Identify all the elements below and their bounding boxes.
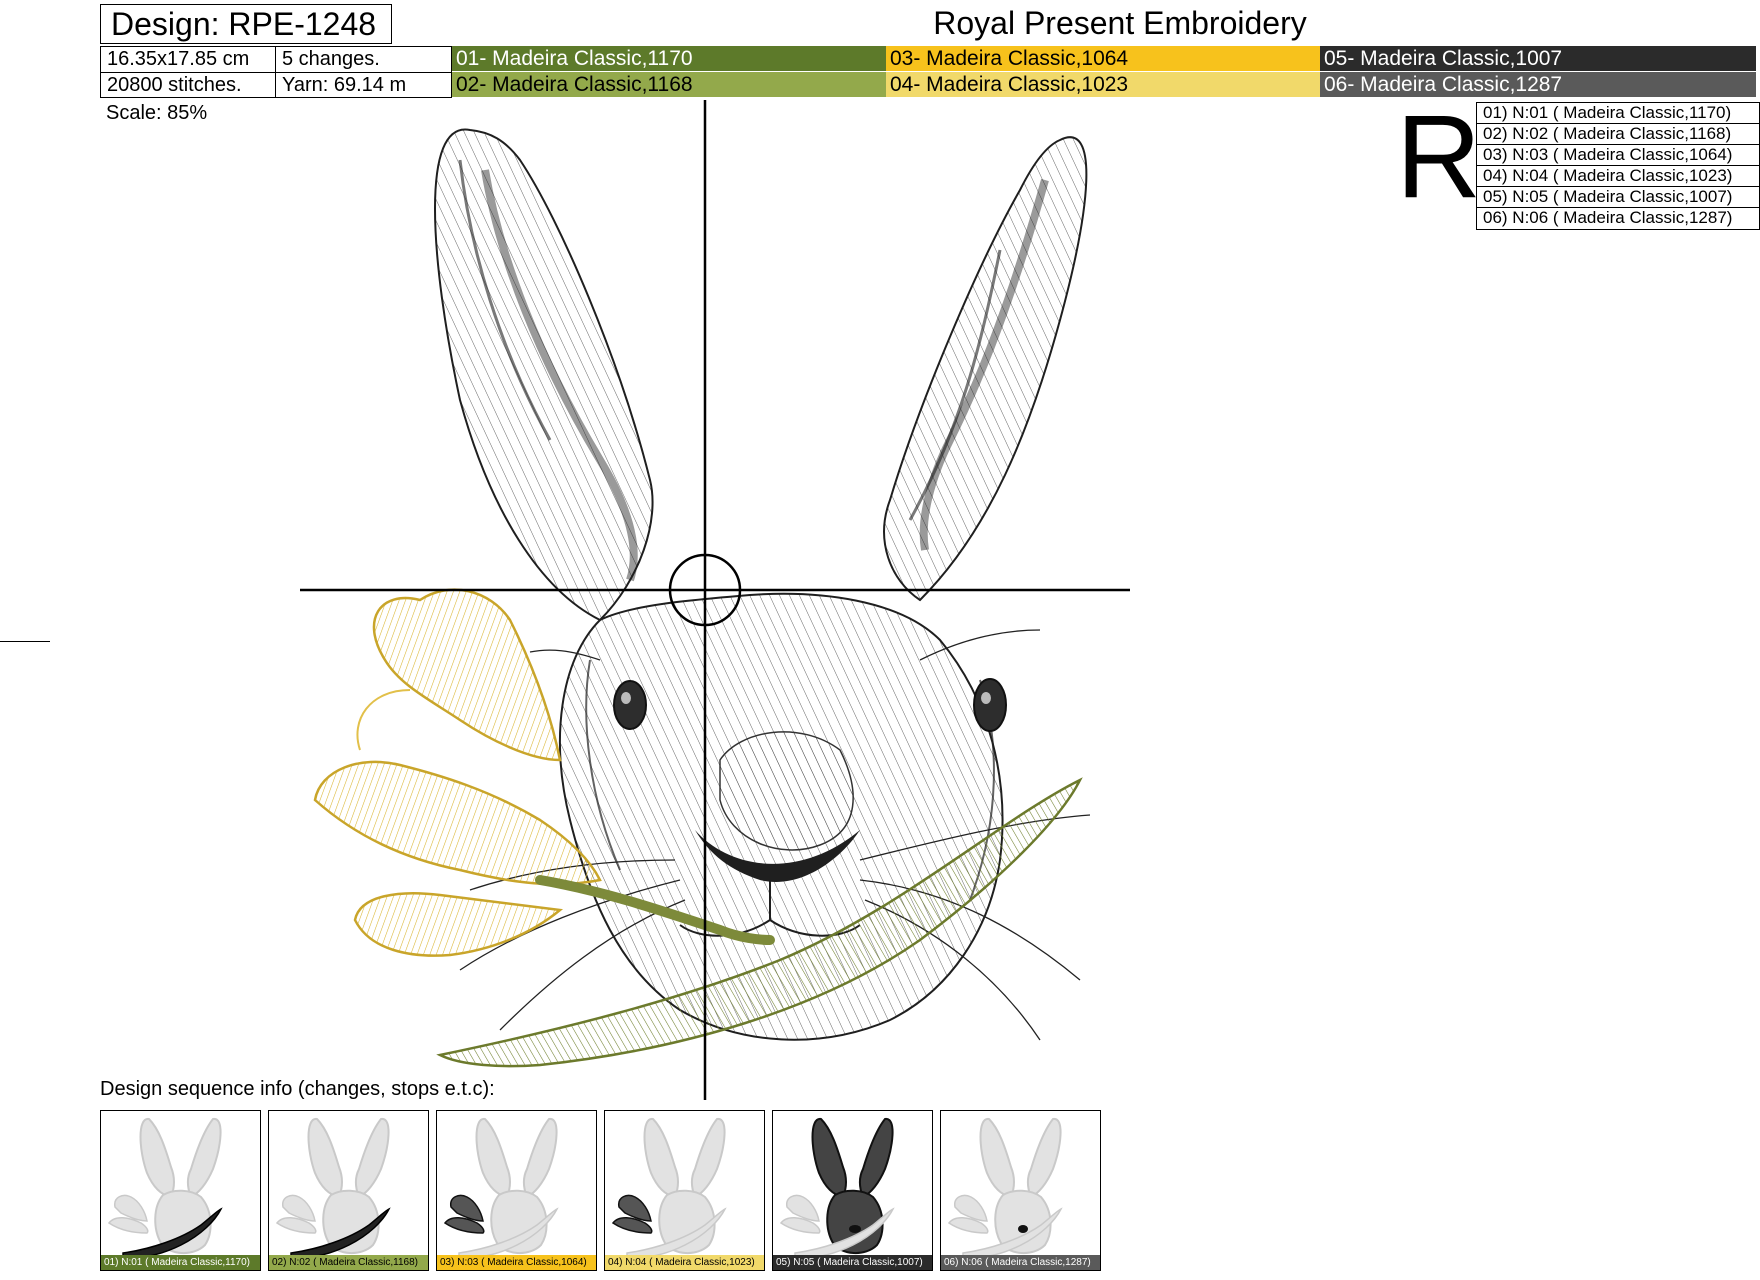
design-title: Design: RPE-1248: [100, 4, 392, 44]
embroidery-design-preview: [300, 100, 1130, 1100]
yellow-flower: [313, 588, 602, 957]
sequence-thumb-05[interactable]: 05) N:05 ( Madeira Classic,1007): [772, 1110, 933, 1271]
design-size: 16.35x17.85 cm: [107, 48, 250, 70]
thumb-flower: [107, 1194, 149, 1234]
hare-icon: [107, 1118, 223, 1259]
thumb-hare-ear: [859, 1118, 894, 1199]
thumb-hare-ear: [139, 1118, 175, 1199]
thumb-hare-ear: [523, 1118, 558, 1199]
thumb-hare-ear: [691, 1118, 726, 1199]
thumb-nose: [849, 1225, 861, 1233]
thread-bar-03: 03- Madeira Classic,1064: [886, 46, 1320, 71]
thread-bar-01: 01- Madeira Classic,1170: [452, 46, 886, 71]
sequence-thumb-04[interactable]: 04) N:04 ( Madeira Classic,1023): [604, 1110, 765, 1271]
scale-label: Scale: 85%: [106, 102, 208, 124]
thumb-hare-ear: [307, 1118, 343, 1199]
brand-title: Royal Present Embroidery: [933, 5, 1307, 41]
legend-item: 06) N:06 ( Madeira Classic,1287): [1483, 208, 1733, 227]
hare-icon: [947, 1118, 1063, 1259]
thumb-hare-ear: [355, 1118, 390, 1199]
sequence-label: Design sequence info (changes, stops e.t…: [100, 1078, 495, 1100]
legend-item: 03) N:03 ( Madeira Classic,1064): [1477, 145, 1759, 166]
thread-bar-05: 05- Madeira Classic,1007: [1320, 46, 1756, 71]
thumb-flower: [611, 1194, 653, 1234]
hare-icon: [443, 1118, 559, 1259]
thumb-caption: 05) N:05 ( Madeira Classic,1007): [773, 1255, 932, 1270]
hare-right-ear: [883, 136, 1088, 602]
thumb-hare-ear: [1027, 1118, 1062, 1199]
sequence-thumb-01[interactable]: 01) N:01 ( Madeira Classic,1170): [100, 1110, 261, 1271]
hare-icon: [779, 1118, 895, 1259]
thumb-hare-ear: [811, 1118, 847, 1199]
thread-legend: 01) N:01 ( Madeira Classic,1170) 02) N:0…: [1476, 102, 1760, 230]
edge-tick-mark: [0, 641, 50, 642]
thumb-caption: 04) N:04 ( Madeira Classic,1023): [605, 1255, 764, 1270]
sequence-thumb-03[interactable]: 03) N:03 ( Madeira Classic,1064): [436, 1110, 597, 1271]
thumb-flower: [779, 1194, 821, 1234]
r-letter: R: [1396, 91, 1482, 223]
legend-item: 05) N:05 ( Madeira Classic,1007): [1477, 187, 1759, 208]
thumb-caption: 06) N:06 ( Madeira Classic,1287): [941, 1255, 1100, 1270]
color-changes: 5 changes.: [282, 48, 380, 70]
thumb-hare-ear: [187, 1118, 222, 1199]
sequence-thumb-02[interactable]: 02) N:02 ( Madeira Classic,1168): [268, 1110, 429, 1271]
design-info-grid: 16.35x17.85 cm 5 changes. 20800 stitches…: [100, 46, 452, 98]
thumb-caption: 03) N:03 ( Madeira Classic,1064): [437, 1255, 596, 1270]
thumb-hare-ear: [475, 1118, 511, 1199]
thumb-hare-ear: [643, 1118, 679, 1199]
legend-item: 04) N:04 ( Madeira Classic,1023): [1477, 166, 1759, 187]
hare-icon: [611, 1118, 727, 1259]
thumb-hare-ear: [979, 1118, 1015, 1199]
thread-bar-02: 02- Madeira Classic,1168: [452, 72, 886, 97]
thread-bar-04: 04- Madeira Classic,1023: [886, 72, 1320, 97]
thumb-flower: [947, 1194, 989, 1234]
thumb-flower: [443, 1194, 485, 1234]
hare-icon: [275, 1118, 391, 1259]
thread-bar-06: 06- Madeira Classic,1287: [1320, 72, 1756, 97]
legend-item: 01) N:01 ( Madeira Classic,1170): [1477, 103, 1759, 124]
sequence-thumb-06[interactable]: 06) N:06 ( Madeira Classic,1287): [940, 1110, 1101, 1271]
thumb-caption: 01) N:01 ( Madeira Classic,1170): [101, 1255, 260, 1270]
yarn-length: Yarn: 69.14 m: [282, 74, 407, 96]
thumb-nose: [1018, 1225, 1028, 1233]
stitch-count: 20800 stitches.: [107, 74, 242, 96]
thumb-flower: [275, 1194, 317, 1234]
legend-item: 02) N:02 ( Madeira Classic,1168): [1477, 124, 1759, 145]
thumb-caption: 02) N:02 ( Madeira Classic,1168): [269, 1255, 428, 1270]
hare-left-ear: [434, 128, 654, 622]
